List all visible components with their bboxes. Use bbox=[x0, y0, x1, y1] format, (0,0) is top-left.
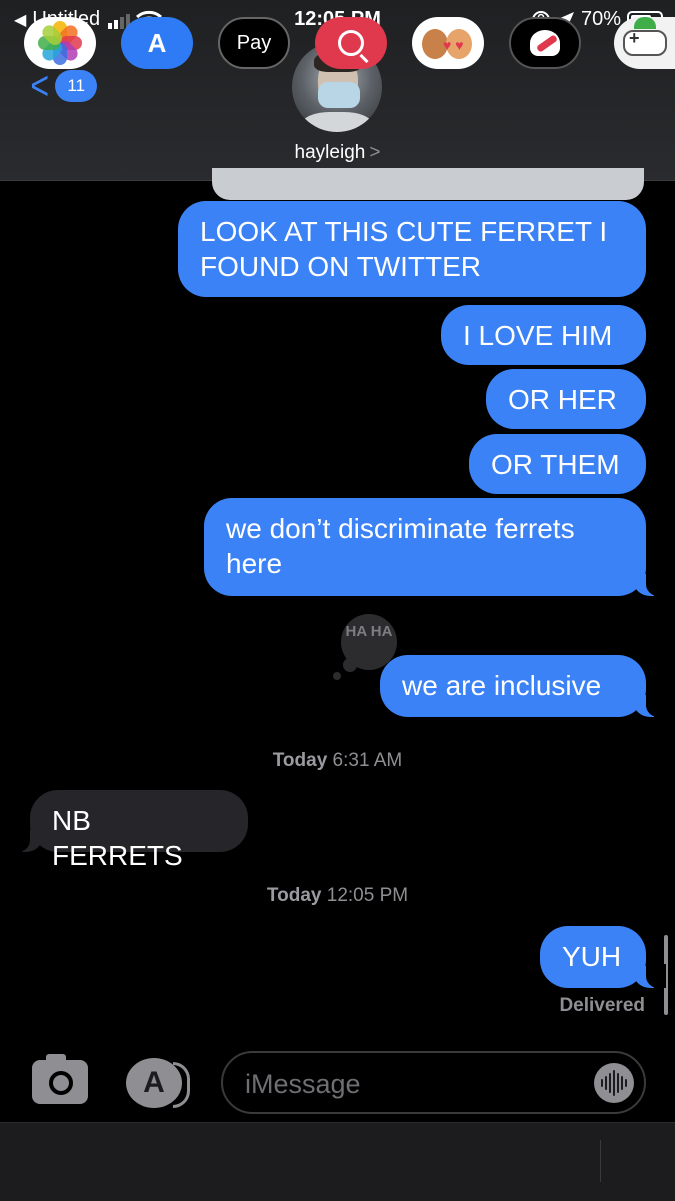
timestamp: Today 12:05 PM bbox=[0, 885, 675, 907]
timestamp-day: Today bbox=[266, 885, 322, 906]
app-drawer bbox=[0, 1122, 675, 1201]
apple-pay-label: Pay bbox=[236, 31, 272, 54]
incoming-message[interactable]: NB FERRETS bbox=[10, 790, 248, 871]
digital-touch-icon[interactable] bbox=[509, 17, 581, 69]
contact-name: hayleigh bbox=[294, 142, 366, 163]
contact-name-button[interactable]: hayleigh > bbox=[0, 142, 675, 164]
camera-icon[interactable] bbox=[32, 1054, 88, 1104]
message-input[interactable] bbox=[243, 1065, 587, 1103]
timestamp-time: 12:05 PM bbox=[326, 885, 409, 906]
unread-count-badge: 11 bbox=[55, 70, 98, 102]
back-button[interactable]: < 11 bbox=[28, 64, 98, 108]
tapback-label: HA HA bbox=[345, 623, 393, 640]
message-text: LOOK AT THIS CUTE FERRET I FOUND ON TWIT… bbox=[200, 216, 608, 282]
message-text: we don’t discriminate ferrets here bbox=[226, 513, 575, 579]
message-input-field[interactable] bbox=[221, 1051, 646, 1114]
message-text: NB FERRETS bbox=[52, 805, 183, 871]
delivered-status: Delivered bbox=[559, 995, 645, 1016]
app-store-toggle-icon[interactable]: A bbox=[126, 1058, 190, 1108]
photos-app-icon[interactable] bbox=[24, 17, 96, 69]
outgoing-message[interactable]: LOOK AT THIS CUTE FERRET I FOUND ON TWIT… bbox=[178, 201, 646, 297]
web-search-icon[interactable] bbox=[315, 17, 387, 69]
game-app-icon[interactable] bbox=[614, 17, 675, 69]
timestamp-day: Today bbox=[272, 750, 328, 771]
outgoing-message[interactable]: OR THEM bbox=[469, 434, 646, 494]
memoji-icon[interactable]: ♥ ♥ bbox=[412, 17, 484, 69]
outgoing-message[interactable]: we are inclusive bbox=[380, 655, 666, 717]
message-text: we are inclusive bbox=[402, 670, 602, 701]
outgoing-message[interactable]: we don’t discriminate ferrets here bbox=[204, 498, 666, 596]
battery-percent: 70% bbox=[580, 8, 621, 30]
message-text: YUH bbox=[562, 941, 622, 972]
partial-image-message[interactable] bbox=[212, 168, 644, 200]
outgoing-message[interactable]: YUH bbox=[540, 926, 666, 988]
outgoing-message[interactable]: OR HER bbox=[486, 369, 646, 429]
message-text: OR THEM bbox=[491, 449, 620, 480]
message-text: I LOVE HIM bbox=[463, 320, 613, 351]
outgoing-message[interactable]: I LOVE HIM bbox=[441, 305, 646, 365]
message-text: OR HER bbox=[508, 384, 617, 415]
audio-message-icon[interactable] bbox=[594, 1063, 634, 1103]
timestamp: Today 6:31 AM bbox=[0, 750, 675, 772]
apple-pay-icon[interactable]: Pay bbox=[218, 17, 290, 69]
chevron-left-icon: < bbox=[30, 64, 50, 108]
chevron-right-icon: > bbox=[369, 142, 381, 163]
drawer-divider bbox=[600, 1140, 601, 1182]
app-store-icon[interactable]: A bbox=[121, 17, 193, 69]
timestamp-time: 6:31 AM bbox=[332, 750, 403, 771]
